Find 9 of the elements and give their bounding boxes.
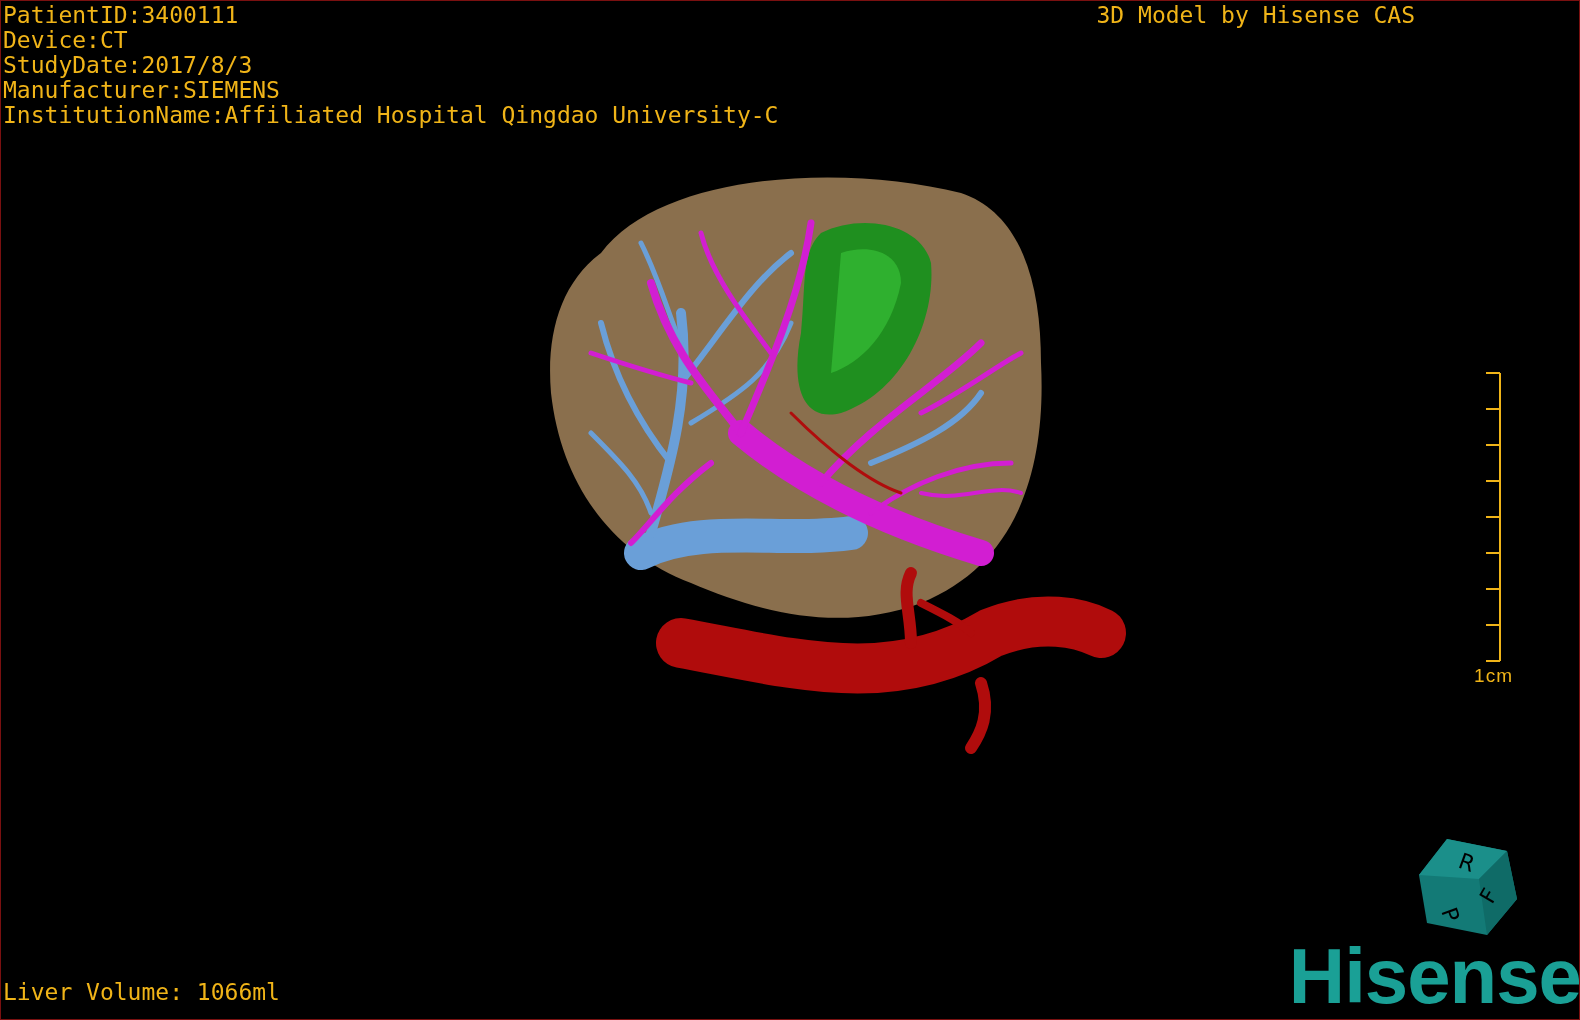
brand-logo: Hisense (1288, 939, 1579, 1019)
viewer-title: 3D Model by Hisense CAS (1096, 1, 1415, 30)
scale-label: 1cm (1474, 665, 1513, 687)
patient-info-text: Device:CT (3, 28, 129, 53)
liver-volume-text: Liver Volume: 1066ml (2, 980, 280, 1007)
patient-info-text: PatientID:3400111 (3, 3, 240, 28)
patient-info-text: StudyDate:2017/8/3 (3, 53, 254, 78)
patient-info-text: InstitutionName:Affiliated Hospital Qingdao University-C (3, 103, 779, 128)
patient-info-text: Manufacturer:SIEMENS (3, 78, 281, 103)
